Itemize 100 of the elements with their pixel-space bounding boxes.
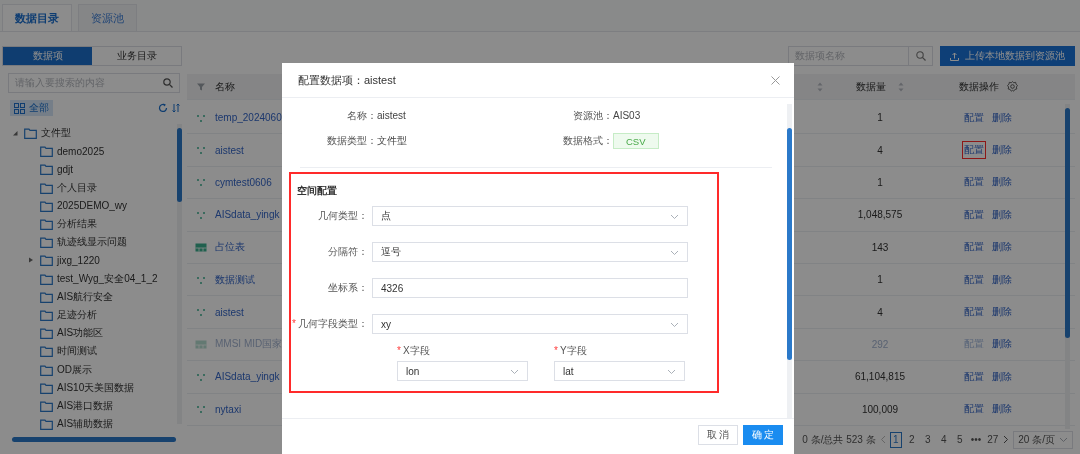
- page-button[interactable]: •••: [969, 431, 983, 448]
- configure-link[interactable]: 配置: [963, 368, 985, 385]
- close-icon[interactable]: [771, 75, 780, 85]
- table-icon: [195, 339, 207, 349]
- tree-item[interactable]: 2025DEMO_wy: [57, 200, 128, 212]
- folder-icon: [40, 327, 53, 340]
- chevron-left-icon[interactable]: [879, 435, 886, 445]
- format-tag: CSV: [613, 133, 659, 149]
- table-link[interactable]: aistest: [215, 134, 282, 166]
- tree-item[interactable]: jixg_1220: [57, 254, 100, 266]
- segment-tab[interactable]: 数据项: [3, 47, 92, 65]
- chevron-right-icon[interactable]: [1003, 435, 1010, 445]
- scrollbar[interactable]: [12, 437, 176, 442]
- table-link[interactable]: cymtest0606: [215, 166, 282, 199]
- delete-link[interactable]: 删除: [991, 401, 1013, 418]
- field-value: AIS03: [613, 109, 642, 123]
- field-label: * X字段: [397, 344, 431, 358]
- page-button[interactable]: 3: [921, 431, 934, 448]
- folder-icon: [40, 290, 53, 303]
- tree-item[interactable]: AIS港口数据: [57, 398, 114, 413]
- field-label: * Y字段: [554, 344, 588, 358]
- scrollbar[interactable]: [1065, 104, 1070, 429]
- tree-item[interactable]: 轨迹线显示问题: [57, 235, 127, 250]
- tree-item[interactable]: AIS辅助数据: [57, 417, 114, 432]
- tree-item[interactable]: 足迹分析: [57, 307, 97, 322]
- search-icon[interactable]: [915, 51, 926, 61]
- page-button[interactable]: 2: [905, 431, 918, 448]
- field-value: aistest: [377, 109, 407, 123]
- select-field[interactable]: 点: [372, 206, 688, 226]
- collapsed-caret-icon[interactable]: [28, 257, 34, 264]
- upload-button[interactable]: 上传本地数据到资源池: [940, 46, 1075, 66]
- settings-icon[interactable]: [1006, 81, 1018, 92]
- sort-icon[interactable]: [898, 81, 904, 92]
- configure-link[interactable]: 配置: [963, 239, 985, 256]
- scrollbar[interactable]: [177, 124, 182, 424]
- delete-link[interactable]: 删除: [991, 142, 1013, 159]
- select-field[interactable]: xy: [372, 314, 688, 334]
- page-button[interactable]: 1: [889, 431, 902, 448]
- configure-link[interactable]: 配置: [963, 304, 985, 321]
- refresh-icon[interactable]: [158, 103, 168, 113]
- table-link[interactable]: 数据测试: [215, 263, 282, 296]
- configure-link[interactable]: 配置: [963, 174, 985, 191]
- tree-item[interactable]: 时间测试: [57, 344, 97, 359]
- filter-icon[interactable]: [197, 82, 205, 91]
- table-cell: 1: [877, 274, 883, 286]
- table-link[interactable]: 占位表: [215, 231, 282, 263]
- tree-item[interactable]: AIS10天美国数据: [57, 380, 135, 395]
- table-link[interactable]: temp_2024060: [215, 102, 282, 134]
- cancel-button[interactable]: 取 消: [698, 424, 738, 445]
- page-size-select[interactable]: 20 条/页: [1013, 430, 1073, 449]
- field-label: 几何类型：: [317, 209, 369, 223]
- confirm-button[interactable]: 确 定: [743, 424, 783, 445]
- tree-item[interactable]: 文件型: [41, 126, 71, 141]
- delete-link[interactable]: 删除: [991, 206, 1013, 223]
- sort-icon[interactable]: [172, 103, 180, 113]
- delete-link[interactable]: 删除: [991, 239, 1013, 256]
- tree-item[interactable]: test_Wyg_安全04_1_2: [57, 271, 158, 286]
- page-button[interactable]: 5: [953, 431, 966, 448]
- configure-link[interactable]: 配置: [963, 206, 985, 223]
- configure-link[interactable]: 配置: [963, 401, 985, 418]
- tree-item[interactable]: gdjt: [57, 163, 74, 175]
- nav-tab[interactable]: 数据目录: [2, 4, 72, 31]
- table-link[interactable]: AISdata_yingk: [215, 361, 282, 393]
- scatter-points-icon: [196, 371, 206, 382]
- expanded-caret-icon[interactable]: [12, 130, 18, 137]
- tree-item[interactable]: AIS功能区: [57, 326, 104, 341]
- select-field[interactable]: lat: [554, 361, 685, 381]
- delete-link[interactable]: 删除: [991, 109, 1013, 126]
- delete-link[interactable]: 删除: [991, 368, 1013, 385]
- delete-link[interactable]: 删除: [991, 174, 1013, 191]
- configure-link[interactable]: 配置: [963, 109, 985, 126]
- select-field[interactable]: 逗号: [372, 242, 688, 262]
- page-button[interactable]: 27: [986, 431, 1000, 448]
- delete-link[interactable]: 删除: [991, 304, 1013, 321]
- upload-icon: [950, 51, 959, 61]
- select-field[interactable]: lon: [397, 361, 528, 381]
- tree-item[interactable]: AIS航行安全: [57, 289, 114, 304]
- chevron-down-icon: [670, 320, 679, 328]
- scrollbar[interactable]: [787, 104, 792, 418]
- table-cell: 61,104,815: [854, 371, 906, 383]
- scatter-points-icon: [196, 177, 206, 188]
- input-field[interactable]: 4326: [372, 278, 688, 298]
- page-button[interactable]: 4: [937, 431, 950, 448]
- all-button[interactable]: 全部: [10, 100, 53, 116]
- configure-link[interactable]: 配置: [963, 271, 985, 288]
- tree-item[interactable]: demo2025: [57, 145, 105, 157]
- configure-link[interactable]: 配置: [963, 142, 985, 159]
- sort-icon[interactable]: [816, 81, 823, 92]
- nav-tab[interactable]: 资源池: [78, 4, 137, 31]
- table-link[interactable]: AISdata_yingk: [215, 199, 282, 231]
- tree-item[interactable]: 个人目录: [57, 180, 97, 195]
- tree-item[interactable]: OD展示: [57, 362, 92, 377]
- table-cell: 1: [877, 176, 883, 188]
- folder-icon: [40, 218, 53, 231]
- folder-icon: [40, 363, 53, 376]
- table-link[interactable]: aistest: [215, 296, 282, 328]
- delete-link[interactable]: 删除: [991, 271, 1013, 288]
- table-link[interactable]: nytaxi: [215, 393, 282, 425]
- pagination-summary: 0 条/总共 523 条: [802, 432, 876, 447]
- tree-item[interactable]: 分析结果: [57, 217, 97, 232]
